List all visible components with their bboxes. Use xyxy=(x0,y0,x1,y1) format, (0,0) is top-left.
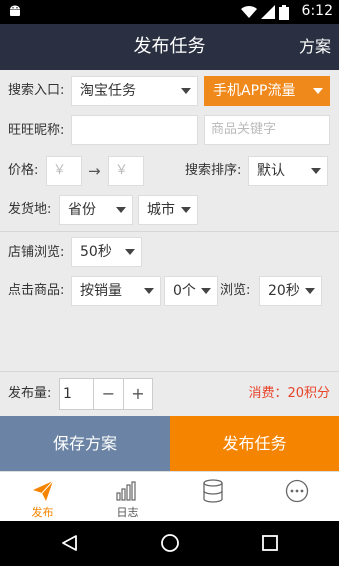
divider xyxy=(0,371,339,372)
city-select[interactable]: 城市 xyxy=(138,195,198,225)
ship-from-label: 发货地: xyxy=(8,202,52,217)
city-value: 城市 xyxy=(147,202,175,218)
search-entry-value: 淘宝任务 xyxy=(80,83,136,99)
price-max-input[interactable]: ￥ xyxy=(108,156,144,186)
wangwang-input[interactable] xyxy=(71,115,198,145)
click-goods-value: 按销量 xyxy=(80,283,122,299)
divider xyxy=(0,231,339,232)
save-plan-button[interactable]: 保存方案 xyxy=(0,416,170,471)
publish-task-button[interactable]: 发布任务 xyxy=(170,416,339,471)
status-bar: 6:12 xyxy=(0,0,339,24)
database-icon xyxy=(203,479,223,503)
shop-browse-label: 店铺浏览: xyxy=(8,245,65,260)
sort-label: 搜索排序: xyxy=(185,163,242,178)
click-goods-label: 点击商品: xyxy=(8,283,65,298)
click-count-value: 0个 xyxy=(173,283,196,299)
tab-log[interactable]: 日志 xyxy=(85,472,170,522)
chevron-down-icon xyxy=(311,168,321,174)
chevron-down-icon xyxy=(313,88,323,94)
quantity-plus-button[interactable]: + xyxy=(123,379,152,409)
system-nav-bar xyxy=(0,521,339,566)
click-goods-select[interactable]: 按销量 xyxy=(71,276,161,306)
paper-plane-icon xyxy=(33,480,54,501)
browse-value: 20秒 xyxy=(268,283,300,299)
plan-button[interactable]: 方案 xyxy=(299,24,331,70)
sort-value: 默认 xyxy=(257,163,285,179)
more-icon xyxy=(285,479,309,503)
chevron-down-icon xyxy=(116,207,126,213)
quantity-minus-button[interactable]: − xyxy=(93,379,123,409)
browse-select[interactable]: 20秒 xyxy=(259,276,322,306)
quantity-label: 发布量: xyxy=(8,386,52,401)
click-count-select[interactable]: 0个 xyxy=(164,276,218,306)
title-bar: 发布任务 方案 xyxy=(0,24,339,70)
back-icon[interactable] xyxy=(60,534,78,552)
search-entry-label: 搜索入口: xyxy=(8,83,65,98)
chevron-down-icon xyxy=(305,288,315,294)
android-icon xyxy=(10,5,20,16)
clock: 6:12 xyxy=(301,3,333,19)
tab-bar: 发布 日志 xyxy=(0,471,339,521)
sort-select[interactable]: 默认 xyxy=(248,156,328,186)
price-label: 价格: xyxy=(8,163,39,178)
tab-more[interactable] xyxy=(255,472,339,522)
shop-browse-select[interactable]: 50秒 xyxy=(71,237,142,267)
quantity-stepper[interactable]: 1 − + xyxy=(59,378,153,410)
page-title: 发布任务 xyxy=(133,36,206,57)
chevron-down-icon xyxy=(144,288,154,294)
tab-data[interactable] xyxy=(170,472,255,522)
wifi-icon xyxy=(241,5,257,19)
battery-icon xyxy=(279,4,289,20)
price-min-input[interactable]: ￥ xyxy=(46,156,82,186)
province-value: 省份 xyxy=(68,202,96,218)
traffic-type-select[interactable]: 手机APP流量 xyxy=(204,76,330,106)
search-entry-select[interactable]: 淘宝任务 xyxy=(71,76,198,106)
cost-text: 消费：20积分 xyxy=(248,386,330,401)
traffic-type-value: 手机APP流量 xyxy=(213,83,296,99)
tab-publish[interactable]: 发布 xyxy=(0,472,85,522)
recent-apps-icon[interactable] xyxy=(261,534,279,552)
province-select[interactable]: 省份 xyxy=(59,195,133,225)
shop-browse-value: 50秒 xyxy=(80,244,112,260)
chevron-down-icon xyxy=(181,88,191,94)
chevron-down-icon xyxy=(181,207,191,213)
keyword-input[interactable]: 商品关键字 xyxy=(204,115,330,145)
chevron-down-icon xyxy=(201,288,211,294)
bar-chart-icon xyxy=(116,481,136,501)
price-arrow: → xyxy=(88,162,101,180)
tab-publish-label: 发布 xyxy=(31,506,54,519)
quantity-input[interactable]: 1 xyxy=(63,379,93,409)
wangwang-label: 旺旺昵称: xyxy=(8,123,65,138)
browse-label: 浏览: xyxy=(220,283,251,298)
signal-icon xyxy=(261,5,275,19)
tab-log-label: 日志 xyxy=(116,506,139,519)
chevron-down-icon xyxy=(125,249,135,255)
home-icon[interactable] xyxy=(160,533,180,553)
